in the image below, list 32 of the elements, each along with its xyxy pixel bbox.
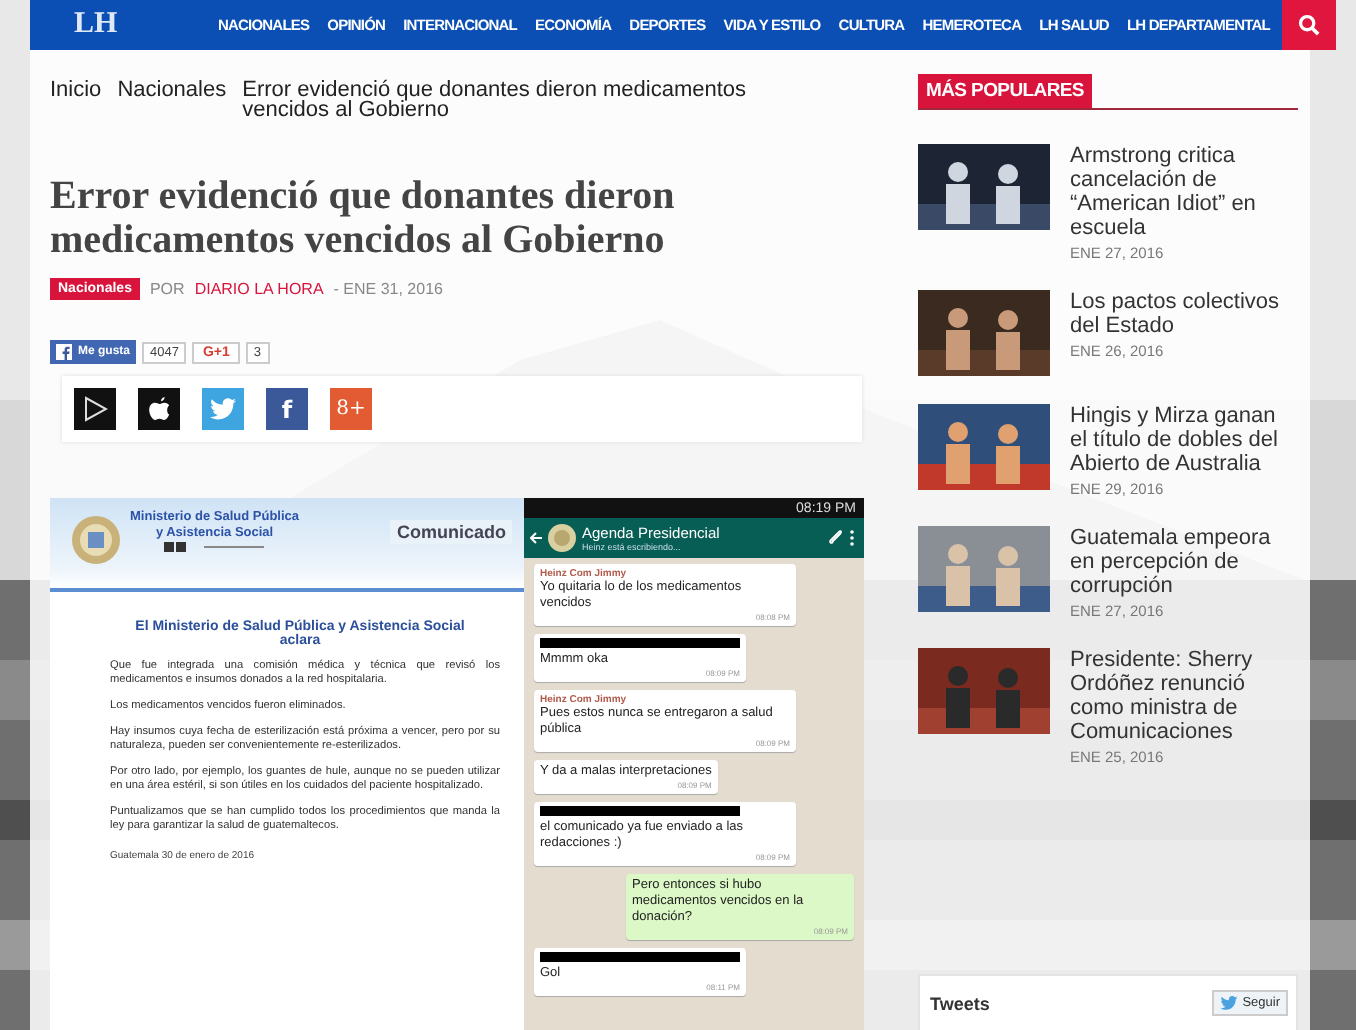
article-link[interactable]: Guatemala empeora en percepción de corrupción xyxy=(1070,526,1298,598)
facebook-icon xyxy=(56,344,72,360)
social-links-drawing xyxy=(164,542,265,552)
press-release-badge: Comunicado xyxy=(390,520,512,544)
article-link[interactable]: Hingis y Mirza ganan el título de dobles del Abierto de Australia xyxy=(1070,404,1298,476)
play-icon xyxy=(82,396,108,422)
article-link[interactable]: Los pactos colectivos del Estado xyxy=(1070,290,1298,338)
article-link[interactable]: Presidente: Sherry Ordóñez renunció como ministra de Comunicaciones xyxy=(1070,648,1298,744)
widget-title: Tweets xyxy=(930,993,990,1013)
play-store-button[interactable] xyxy=(74,388,116,430)
breadcrumb-current: Error evidenció que donantes dieron medicamentos vencidos al Gobierno xyxy=(242,80,749,120)
facebook-button[interactable]: f xyxy=(266,388,308,430)
search-icon xyxy=(1298,14,1320,36)
seal-icon xyxy=(70,514,122,566)
google-plus-button[interactable]: 8+ xyxy=(330,388,372,430)
breadcrumb-link[interactable]: Inicio xyxy=(50,80,102,100)
apple-icon xyxy=(147,396,171,422)
group-avatar xyxy=(548,524,576,552)
article-link[interactable]: Armstrong critica cancelación de “American Idiot” en escuela xyxy=(1070,144,1298,240)
byline-label: POR xyxy=(149,280,185,298)
bird-icon xyxy=(210,398,236,420)
back-icon[interactable] xyxy=(530,532,542,544)
article-title: Error evidenció que donantes dieron medicamentos vencidos al Gobierno xyxy=(50,174,677,262)
section-heading: MÁS POPULARES xyxy=(918,74,1092,108)
twitter-button[interactable] xyxy=(202,388,244,430)
search-button[interactable] xyxy=(1282,0,1336,50)
article-date: - ENE 31, 2016 xyxy=(333,280,443,298)
app-store-button[interactable] xyxy=(138,388,180,430)
author-link[interactable]: DIARIO LA HORA xyxy=(194,280,324,298)
bird-icon xyxy=(1220,996,1239,1010)
site-logo[interactable]: LH xyxy=(74,8,198,42)
breadcrumb-link[interactable]: Nacionales xyxy=(117,80,227,100)
